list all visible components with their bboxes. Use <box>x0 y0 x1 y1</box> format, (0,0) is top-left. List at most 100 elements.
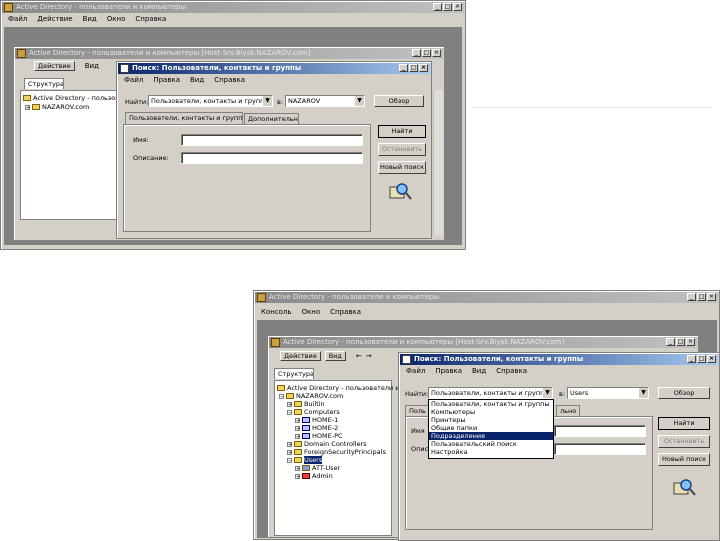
expand-icon[interactable]: + <box>287 401 292 407</box>
menu-item[interactable]: Файл <box>124 75 143 85</box>
maximize-icon[interactable]: □ <box>697 293 706 301</box>
tree-item-computer[interactable]: + HOME-2 <box>295 424 338 432</box>
dropdown-option[interactable]: Общие папки <box>429 424 553 432</box>
in-label: в: <box>277 98 284 106</box>
close-icon[interactable]: × <box>432 49 441 57</box>
minimize-icon[interactable]: _ <box>687 293 696 301</box>
menu-item-view[interactable]: Вид <box>324 351 346 361</box>
menu-item-view[interactable]: Вид <box>85 61 99 71</box>
app-icon <box>4 3 13 12</box>
dropdown-option[interactable]: Принтеры <box>429 416 553 424</box>
back-arrow-icon[interactable]: ← <box>356 351 362 361</box>
tree-item-user[interactable]: + Admin <box>295 472 333 480</box>
close-icon[interactable]: × <box>707 355 716 363</box>
close-icon[interactable]: × <box>453 3 462 11</box>
tree-item-computer[interactable]: + HOME-PC <box>295 432 343 440</box>
tree-item-computer[interactable]: + HOME-1 <box>295 416 338 424</box>
minimize-icon[interactable]: _ <box>433 3 442 11</box>
find-now-button[interactable]: Найти <box>378 125 426 138</box>
collapse-icon[interactable]: − <box>287 457 292 463</box>
stop-button[interactable]: Остановить <box>658 435 710 448</box>
dropdown-option[interactable]: Настройка <box>429 448 553 456</box>
menu-item[interactable]: Действие <box>37 14 72 24</box>
maximize-icon[interactable]: □ <box>676 338 685 346</box>
menu-item[interactable]: Справка <box>496 366 527 376</box>
collapse-icon[interactable]: − <box>287 409 292 415</box>
expand-icon[interactable]: + <box>295 465 300 471</box>
menu-item-action[interactable]: Действие <box>280 351 321 361</box>
maximize-icon[interactable]: □ <box>422 49 431 57</box>
maximize-icon[interactable]: □ <box>409 64 418 72</box>
tab-structure[interactable]: Структура <box>274 368 314 379</box>
close-icon[interactable]: × <box>419 64 428 72</box>
stop-button[interactable]: Остановить <box>378 143 426 156</box>
tab-users-contacts-groups[interactable]: Пользователи, контакты и группы <box>125 112 243 124</box>
find-type-select[interactable]: Пользователи, контакты и группы ▼ <box>148 95 273 107</box>
chevron-down-icon[interactable]: ▼ <box>354 96 364 106</box>
menu-item[interactable]: Правка <box>153 75 180 85</box>
menu-item[interactable]: Вид <box>190 75 204 85</box>
tab-advanced[interactable]: льно <box>556 405 580 416</box>
menu-item[interactable]: Справка <box>330 307 361 317</box>
tree-item-domain[interactable]: + NAZAROV.com <box>25 103 89 111</box>
chevron-down-icon[interactable]: ▼ <box>542 388 552 398</box>
vertical-scrollbar[interactable] <box>433 90 443 235</box>
menu-item[interactable]: Окно <box>302 307 321 317</box>
dropdown-option[interactable]: Пользовательский поиск <box>429 440 553 448</box>
browse-button[interactable]: Обзор <box>374 95 424 107</box>
browse-button[interactable]: Обзор <box>658 387 710 399</box>
expand-icon[interactable]: + <box>25 104 30 110</box>
tree-item-users[interactable]: − Users <box>287 456 323 464</box>
menu-item[interactable]: Справка <box>214 75 245 85</box>
dropdown-option-selected[interactable]: Подразделения <box>429 432 553 440</box>
expand-icon[interactable]: + <box>295 425 300 431</box>
aduc-tree-pane: Active Directory - пользователи и компью… <box>274 380 445 536</box>
chevron-down-icon[interactable]: ▼ <box>638 388 648 398</box>
tree-item-foreign-security[interactable]: + ForeignSecurityPrincipals <box>287 448 386 456</box>
tab-advanced[interactable]: Дополнительно <box>244 113 299 124</box>
minimize-icon[interactable]: _ <box>399 64 408 72</box>
name-input[interactable] <box>181 134 363 146</box>
clear-all-button[interactable]: Новый поиск <box>378 161 426 174</box>
close-icon[interactable]: × <box>686 338 695 346</box>
description-input[interactable] <box>554 443 646 455</box>
tab-structure[interactable]: Структура <box>24 78 64 89</box>
find-type-select[interactable]: Пользователи, контакты и группы ▼ <box>428 387 553 399</box>
tree-item-domain-controllers[interactable]: + Domain Controllers <box>287 440 367 448</box>
expand-icon[interactable]: + <box>295 473 300 479</box>
menu-item[interactable]: Файл <box>8 14 27 24</box>
minimize-icon[interactable]: _ <box>666 338 675 346</box>
description-input[interactable] <box>181 152 363 164</box>
find-location-select[interactable]: NAZAROV ▼ <box>285 95 365 107</box>
dropdown-option[interactable]: Компьютеры <box>429 408 553 416</box>
menu-item[interactable]: Консоль <box>261 307 292 317</box>
expand-icon[interactable]: + <box>295 433 300 439</box>
minimize-icon[interactable]: _ <box>687 355 696 363</box>
menu-item[interactable]: Файл <box>406 366 425 376</box>
tree-item-computers[interactable]: − Computers <box>287 408 340 416</box>
maximize-icon[interactable]: □ <box>443 3 452 11</box>
menu-item[interactable]: Окно <box>107 14 126 24</box>
expand-icon[interactable]: + <box>295 417 300 423</box>
chevron-down-icon[interactable]: ▼ <box>262 96 272 106</box>
menu-item-action[interactable]: Действие <box>34 61 75 71</box>
menu-item[interactable]: Вид <box>472 366 486 376</box>
minimize-icon[interactable]: _ <box>412 49 421 57</box>
find-now-button[interactable]: Найти <box>658 417 710 430</box>
tree-item-domain[interactable]: − NAZAROV.com <box>279 392 343 400</box>
tree-item-user[interactable]: + ATT-User <box>295 464 340 472</box>
menu-item[interactable]: Справка <box>135 14 166 24</box>
forward-arrow-icon[interactable]: → <box>366 351 372 361</box>
expand-icon[interactable]: + <box>287 449 292 455</box>
maximize-icon[interactable]: □ <box>697 355 706 363</box>
find-location-select[interactable]: Users ▼ <box>567 387 649 399</box>
menu-item[interactable]: Вид <box>83 14 97 24</box>
close-icon[interactable]: × <box>707 293 716 301</box>
clear-all-button[interactable]: Новый поиск <box>658 453 710 466</box>
dropdown-option[interactable]: Пользователи, контакты и группы <box>429 400 553 408</box>
tree-item-builtin[interactable]: + Builtin <box>287 400 325 408</box>
collapse-icon[interactable]: − <box>279 393 284 399</box>
menu-item[interactable]: Правка <box>435 366 462 376</box>
name-input[interactable] <box>554 425 646 437</box>
expand-icon[interactable]: + <box>287 441 292 447</box>
